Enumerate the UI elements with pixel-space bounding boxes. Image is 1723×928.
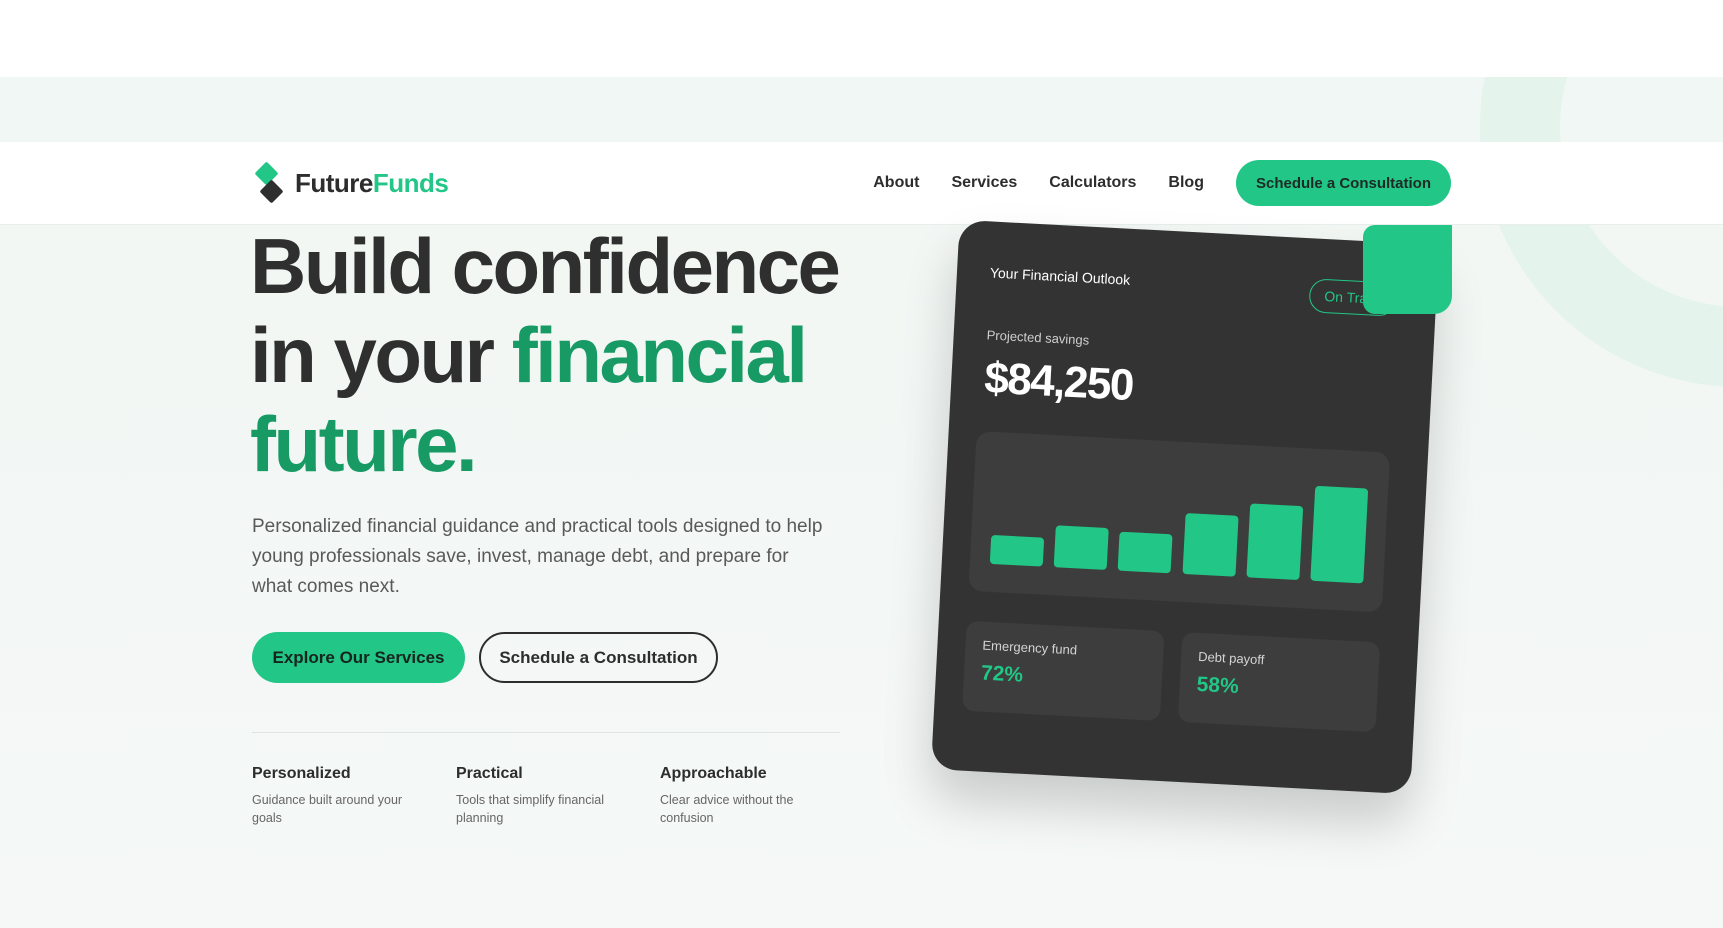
chart-bar-6 xyxy=(1310,485,1369,584)
hero-subtext: Personalized financial guidance and prac… xyxy=(252,516,823,597)
feature-description: Guidance built around your goals xyxy=(252,793,403,825)
brand-logo[interactable]: FutureFunds xyxy=(254,161,449,205)
feature-title: Personalized xyxy=(252,765,351,782)
brand-name: FutureFunds xyxy=(295,167,449,198)
divider xyxy=(252,732,840,733)
emergency-fund-stat: Emergency fund 72% xyxy=(962,620,1165,721)
nav-schedule-consultation-button[interactable]: Schedule a Consultation xyxy=(1235,160,1451,206)
card-accent-square xyxy=(1363,225,1452,314)
stat-label: Emergency fund xyxy=(982,637,1078,658)
top-navbar: FutureFunds About Services Calculators B… xyxy=(0,142,1723,225)
projected-savings-value: $84,250 xyxy=(983,353,1135,411)
projected-savings-label: Projected savings xyxy=(986,327,1090,348)
feature-item: Practical Tools that simplify financial … xyxy=(456,765,660,827)
hero-headline: Build confidence in your financial future. xyxy=(250,222,841,488)
nav-link-services[interactable]: Services xyxy=(951,174,1017,192)
chart-bar-1 xyxy=(989,534,1045,567)
schedule-consultation-button[interactable]: Schedule a Consultation xyxy=(479,632,718,683)
nav-link-calculators[interactable]: Calculators xyxy=(1049,174,1136,192)
feature-item: Approachable Clear advice without the co… xyxy=(660,765,864,827)
logo-icon xyxy=(254,161,285,205)
explore-services-button[interactable]: Explore Our Services xyxy=(252,632,465,683)
feature-description: Clear advice without the confusion xyxy=(660,793,794,825)
chart-bar-4 xyxy=(1182,513,1239,577)
chart-bar-2 xyxy=(1053,525,1109,570)
nav-link-about[interactable]: About xyxy=(873,174,919,192)
nav-links: About Services Calculators Blog Schedule… xyxy=(873,160,1451,206)
debt-payoff-stat: Debt payoff 58% xyxy=(1177,632,1381,733)
card-title: Your Financial Outlook xyxy=(989,264,1131,288)
savings-bar-chart xyxy=(968,430,1391,613)
feature-title: Practical xyxy=(456,765,523,782)
stat-label: Debt payoff xyxy=(1197,648,1265,668)
stat-value: 72% xyxy=(980,661,1024,687)
decorative-ring xyxy=(1480,77,1723,387)
feature-description: Tools that simplify financial planning xyxy=(456,793,604,825)
feature-item: Personalized Guidance built around your … xyxy=(252,765,456,827)
chart-bar-5 xyxy=(1246,503,1303,581)
stat-value: 58% xyxy=(1196,672,1240,699)
bar-group xyxy=(989,459,1369,584)
nav-link-blog[interactable]: Blog xyxy=(1168,174,1204,192)
feature-list: Personalized Guidance built around your … xyxy=(252,765,872,827)
chart-bar-3 xyxy=(1117,531,1173,574)
feature-title: Approachable xyxy=(660,765,767,782)
